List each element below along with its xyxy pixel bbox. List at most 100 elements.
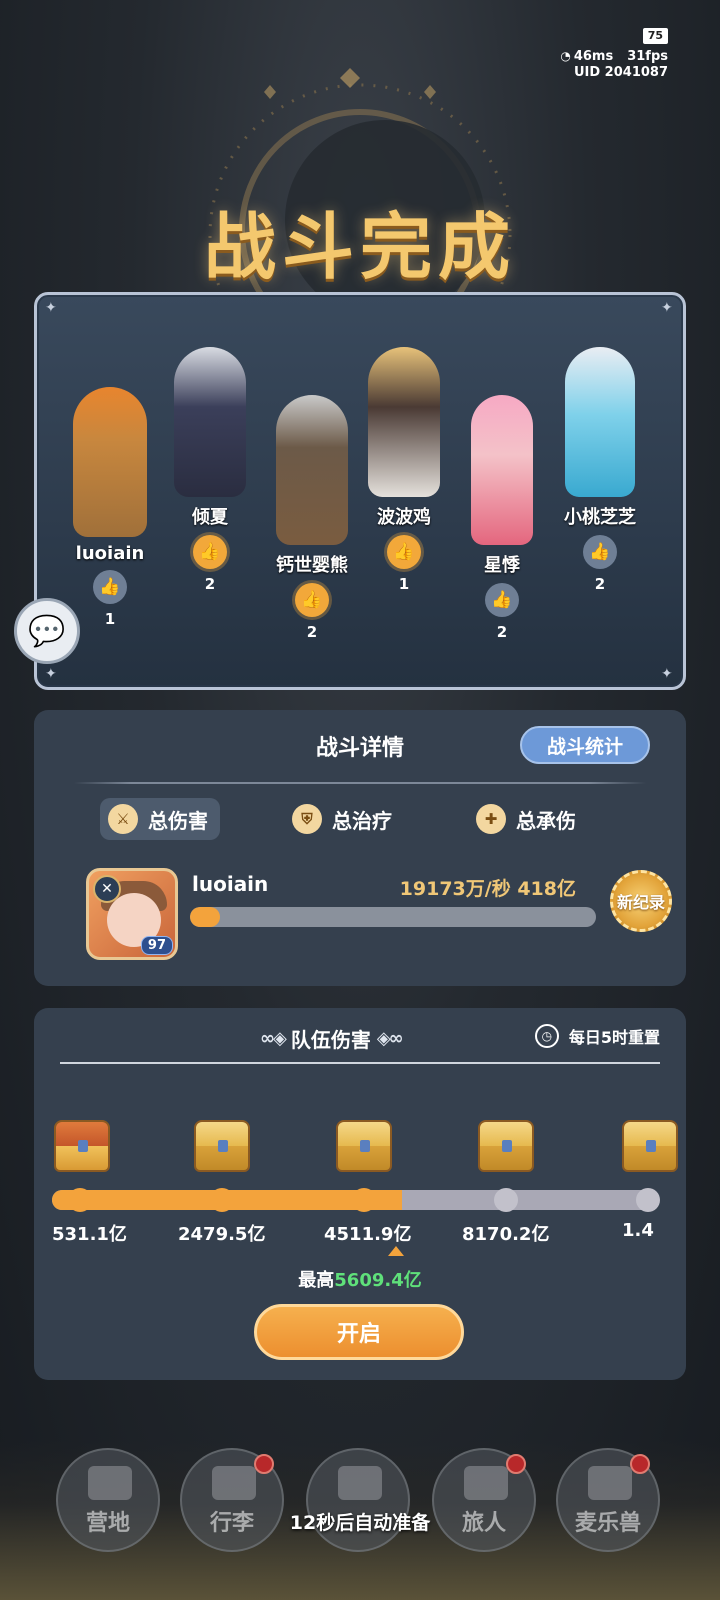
notification-dot bbox=[506, 1454, 526, 1474]
corner-ornament: ✦ bbox=[661, 300, 673, 316]
fps-readout: 31fps bbox=[627, 48, 668, 64]
open-button[interactable]: 开启 bbox=[254, 1304, 464, 1360]
milestone-node bbox=[210, 1188, 234, 1212]
ping-value: 46ms bbox=[573, 49, 614, 64]
like-count: 2 bbox=[594, 575, 606, 593]
divider bbox=[74, 782, 646, 784]
daily-reset-note: ◷ 每日5时重置 bbox=[534, 1024, 660, 1048]
chat-button[interactable]: 💬 bbox=[14, 598, 80, 664]
milestone-node bbox=[494, 1188, 518, 1212]
nav-battle[interactable] bbox=[306, 1448, 410, 1552]
reward-chest[interactable] bbox=[622, 1120, 678, 1172]
notification-dot bbox=[630, 1454, 650, 1474]
tab-total-damage[interactable]: ⚔ 总伤害 bbox=[100, 798, 220, 840]
corner-ornament: ✦ bbox=[45, 300, 57, 316]
divider bbox=[60, 1062, 660, 1064]
party-member-6: 小桃芝芝 👍 2 bbox=[535, 347, 665, 593]
milestone-label: 4511.9亿 bbox=[324, 1224, 412, 1245]
character-figure bbox=[174, 347, 246, 497]
nav-pets[interactable]: 麦乐兽 bbox=[556, 1448, 660, 1552]
like-button[interactable]: 👍 bbox=[93, 570, 127, 604]
new-record-badge: 新纪录 bbox=[610, 870, 672, 932]
member-name: 小桃芝芝 bbox=[564, 507, 636, 528]
battery-indicator: 75 bbox=[642, 28, 668, 44]
thumbs-up-icon: 👍 bbox=[99, 577, 121, 597]
milestone-label: 531.1亿 bbox=[52, 1224, 127, 1245]
castle-icon bbox=[88, 1466, 132, 1500]
player-damage-bar-fill bbox=[190, 907, 221, 927]
thumbs-up-icon: 👍 bbox=[199, 542, 221, 562]
ping-readout: ◔ 46ms bbox=[560, 48, 613, 65]
team-damage-progress-track bbox=[52, 1188, 660, 1212]
tab-label: 总治疗 bbox=[332, 808, 392, 833]
nav-luggage[interactable]: 行李 bbox=[180, 1448, 284, 1552]
wifi-icon: ◔ bbox=[560, 49, 571, 63]
tab-total-healing[interactable]: ⛨ 总治疗 bbox=[284, 798, 404, 840]
crossed-swords-icon bbox=[338, 1466, 382, 1500]
shield-icon: ⛨ bbox=[292, 804, 322, 834]
character-figure bbox=[471, 395, 533, 545]
nav-camp[interactable]: 营地 bbox=[56, 1448, 160, 1552]
notification-dot bbox=[254, 1454, 274, 1474]
nav-travelers[interactable]: 旅人 bbox=[432, 1448, 536, 1552]
reward-chest[interactable] bbox=[194, 1120, 250, 1172]
best-label: 最高 bbox=[298, 1270, 335, 1291]
knot-ornament-icon: ◈∞ bbox=[376, 1028, 404, 1049]
player-damage-value: 19173万/秒 418亿 bbox=[399, 878, 576, 900]
thumbs-up-icon: 👍 bbox=[589, 542, 611, 562]
reward-chest[interactable] bbox=[478, 1120, 534, 1172]
tab-total-damage-taken[interactable]: ✚ 总承伤 bbox=[468, 798, 588, 840]
corner-ornament: ✦ bbox=[45, 666, 57, 682]
milestone-node bbox=[636, 1188, 660, 1212]
team-damage-panel: ∞◈ 队伍伤害 ◈∞ ◷ 每日5时重置 531.1亿 2479.5亿 4511.… bbox=[34, 1008, 686, 1380]
daily-reset-text: 每日5时重置 bbox=[568, 1028, 660, 1047]
battle-stats-button[interactable]: 战斗统计 bbox=[520, 726, 650, 764]
best-marker bbox=[388, 1246, 404, 1256]
milestone-node bbox=[68, 1188, 92, 1212]
character-figure bbox=[565, 347, 635, 497]
clock-icon: ◷ bbox=[534, 1024, 559, 1048]
player-name: luoiain bbox=[192, 872, 269, 896]
thumbs-up-icon: 👍 bbox=[491, 590, 513, 610]
battle-complete-title: 战斗完成 bbox=[203, 205, 516, 289]
player-damage-bar bbox=[190, 907, 596, 927]
knot-ornament-icon: ∞◈ bbox=[260, 1028, 287, 1049]
like-button[interactable]: 👍 bbox=[295, 583, 329, 617]
character-figure bbox=[276, 395, 348, 545]
team-damage-title-text: 队伍伤害 bbox=[290, 1028, 371, 1052]
corner-ornament: ✦ bbox=[661, 666, 673, 682]
thumbs-up-icon: 👍 bbox=[301, 590, 323, 610]
uid-readout: UID 2041087 bbox=[573, 65, 668, 80]
milestone-label: 1.4 bbox=[622, 1220, 654, 1241]
like-button[interactable]: 👍 bbox=[193, 535, 227, 569]
fox-icon bbox=[588, 1466, 632, 1500]
milestone-label: 8170.2亿 bbox=[462, 1224, 550, 1245]
like-button[interactable]: 👍 bbox=[583, 535, 617, 569]
like-count: 2 bbox=[496, 623, 508, 641]
sword-icon: ⚔ bbox=[108, 804, 138, 834]
milestone-node bbox=[352, 1188, 376, 1212]
chat-bubbles-icon: 💬 bbox=[28, 613, 66, 649]
like-button[interactable]: 👍 bbox=[387, 535, 421, 569]
best-value: 5609.4亿 bbox=[334, 1270, 422, 1291]
reward-chest[interactable] bbox=[336, 1120, 392, 1172]
character-figure bbox=[368, 347, 440, 497]
heal-cross-icon: ✚ bbox=[476, 804, 506, 834]
party-panel: ✦ ✦ ✦ ✦ luoiain 👍 1 倾夏 👍 2 钙世婴熊 👍 2 波波鸡 … bbox=[34, 292, 686, 690]
status-bar: 75 ◔ 46ms 31fps UID 2041087 bbox=[560, 28, 668, 81]
battle-detail-panel: 战斗详情 战斗统计 ⚔ 总伤害 ⛨ 总治疗 ✚ 总承伤 ✕ 97 luoiain… bbox=[34, 710, 686, 986]
best-record: 最高5609.4亿 bbox=[34, 1266, 686, 1292]
milestone-label: 2479.5亿 bbox=[178, 1224, 266, 1245]
team-damage-title: ∞◈ 队伍伤害 ◈∞ bbox=[260, 1024, 404, 1053]
like-button[interactable]: 👍 bbox=[485, 583, 519, 617]
auto-ready-countdown: 12秒后自动准备 bbox=[289, 1512, 431, 1534]
player-avatar[interactable]: ✕ 97 bbox=[86, 868, 178, 960]
character-figure bbox=[73, 387, 147, 537]
crossed-swords-icon: ✕ bbox=[93, 875, 121, 903]
tab-label: 总伤害 bbox=[148, 808, 208, 833]
tab-label: 总承伤 bbox=[516, 808, 576, 833]
reward-chest[interactable] bbox=[54, 1120, 110, 1172]
thumbs-up-icon: 👍 bbox=[393, 542, 415, 562]
player-level: 97 bbox=[140, 936, 173, 955]
like-count: 2 bbox=[306, 623, 318, 641]
